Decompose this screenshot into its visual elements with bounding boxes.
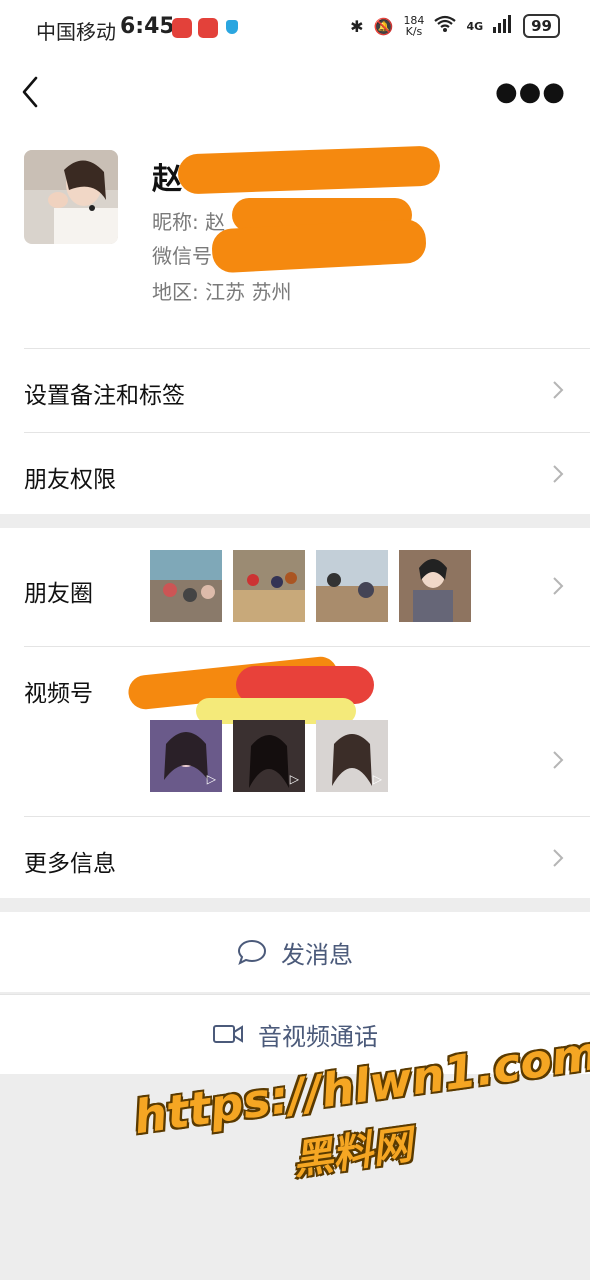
divider	[24, 432, 590, 433]
status-bar: 中国移动 6:45 ✱ 🔕 184 K/s 4G 99	[0, 0, 590, 56]
divider	[24, 348, 590, 349]
notification-app-icon	[172, 18, 192, 38]
channel-video-3[interactable]: ▷	[316, 720, 388, 792]
remark-tags-label: 设置备注和标签	[24, 383, 185, 409]
chevron-right-icon	[553, 465, 564, 483]
send-message-label: 发消息	[281, 940, 353, 969]
channel-video-1[interactable]: ▷	[150, 720, 222, 792]
chat-bubble-icon	[237, 939, 267, 965]
more-options-icon[interactable]: ●●●	[495, 79, 566, 105]
play-icon: ▷	[372, 772, 382, 786]
redaction-scribble	[177, 145, 441, 195]
moments-photo-2[interactable]	[233, 550, 305, 622]
play-icon: ▷	[289, 772, 299, 786]
back-arrow-icon[interactable]	[18, 72, 48, 112]
contact-profile-page: 中国移动 6:45 ✱ 🔕 184 K/s 4G 99 ●●● 赵 昵称: 赵 …	[0, 0, 590, 1280]
shield-icon	[226, 20, 238, 34]
region-row: 地区: 江苏 苏州	[152, 280, 292, 304]
mute-icon: 🔕	[373, 16, 394, 36]
moments-photo-3[interactable]	[316, 550, 388, 622]
channels-row[interactable]: 视频号 ▷ ▷ ▷	[0, 646, 590, 816]
divider	[24, 646, 590, 647]
moments-photo-1[interactable]	[150, 550, 222, 622]
network-speed: 184 K/s	[403, 14, 425, 38]
play-icon: ▷	[206, 772, 216, 786]
remark-tags-row[interactable]: 设置备注和标签	[0, 348, 590, 432]
nav-header: ●●●	[0, 56, 590, 136]
battery-indicator: 99	[523, 14, 560, 38]
divider	[24, 816, 590, 817]
watermark-site: 黑料网	[289, 1121, 416, 1185]
network-type: 4G	[466, 19, 484, 33]
send-message-button[interactable]: 发消息	[0, 912, 590, 992]
profile-card: 赵 昵称: 赵 微信号 地区: 江苏 苏州	[0, 136, 590, 348]
wifi-icon	[434, 15, 457, 37]
video-camera-icon	[213, 1025, 243, 1043]
bluetooth-icon: ✱	[350, 16, 364, 36]
more-info-row[interactable]: 更多信息	[0, 816, 590, 898]
chevron-right-icon	[553, 381, 564, 399]
more-info-label: 更多信息	[24, 851, 116, 877]
chevron-right-icon	[553, 751, 564, 769]
moments-label: 朋友圈	[24, 581, 93, 607]
divider	[0, 994, 590, 995]
nickname-row: 昵称: 赵	[152, 210, 226, 234]
friend-permissions-label: 朋友权限	[24, 467, 116, 493]
av-call-label: 音视频通话	[258, 1022, 378, 1051]
friend-permissions-row[interactable]: 朋友权限	[0, 432, 590, 514]
avatar[interactable]	[24, 150, 118, 244]
moments-photo-4[interactable]	[399, 550, 471, 622]
chevron-right-icon	[553, 577, 564, 595]
moments-row[interactable]: 朋友圈	[0, 528, 590, 646]
signal-icon	[493, 15, 513, 37]
channels-label: 视频号	[24, 681, 93, 707]
notification-app-icon-2	[198, 18, 218, 38]
clock: 6:45	[120, 14, 175, 39]
chevron-right-icon	[553, 849, 564, 867]
wechat-id-label: 微信号	[152, 244, 212, 268]
status-icons: ✱ 🔕 184 K/s 4G 99	[350, 14, 560, 38]
carrier-label: 中国移动	[36, 20, 116, 44]
channel-video-2[interactable]: ▷	[233, 720, 305, 792]
